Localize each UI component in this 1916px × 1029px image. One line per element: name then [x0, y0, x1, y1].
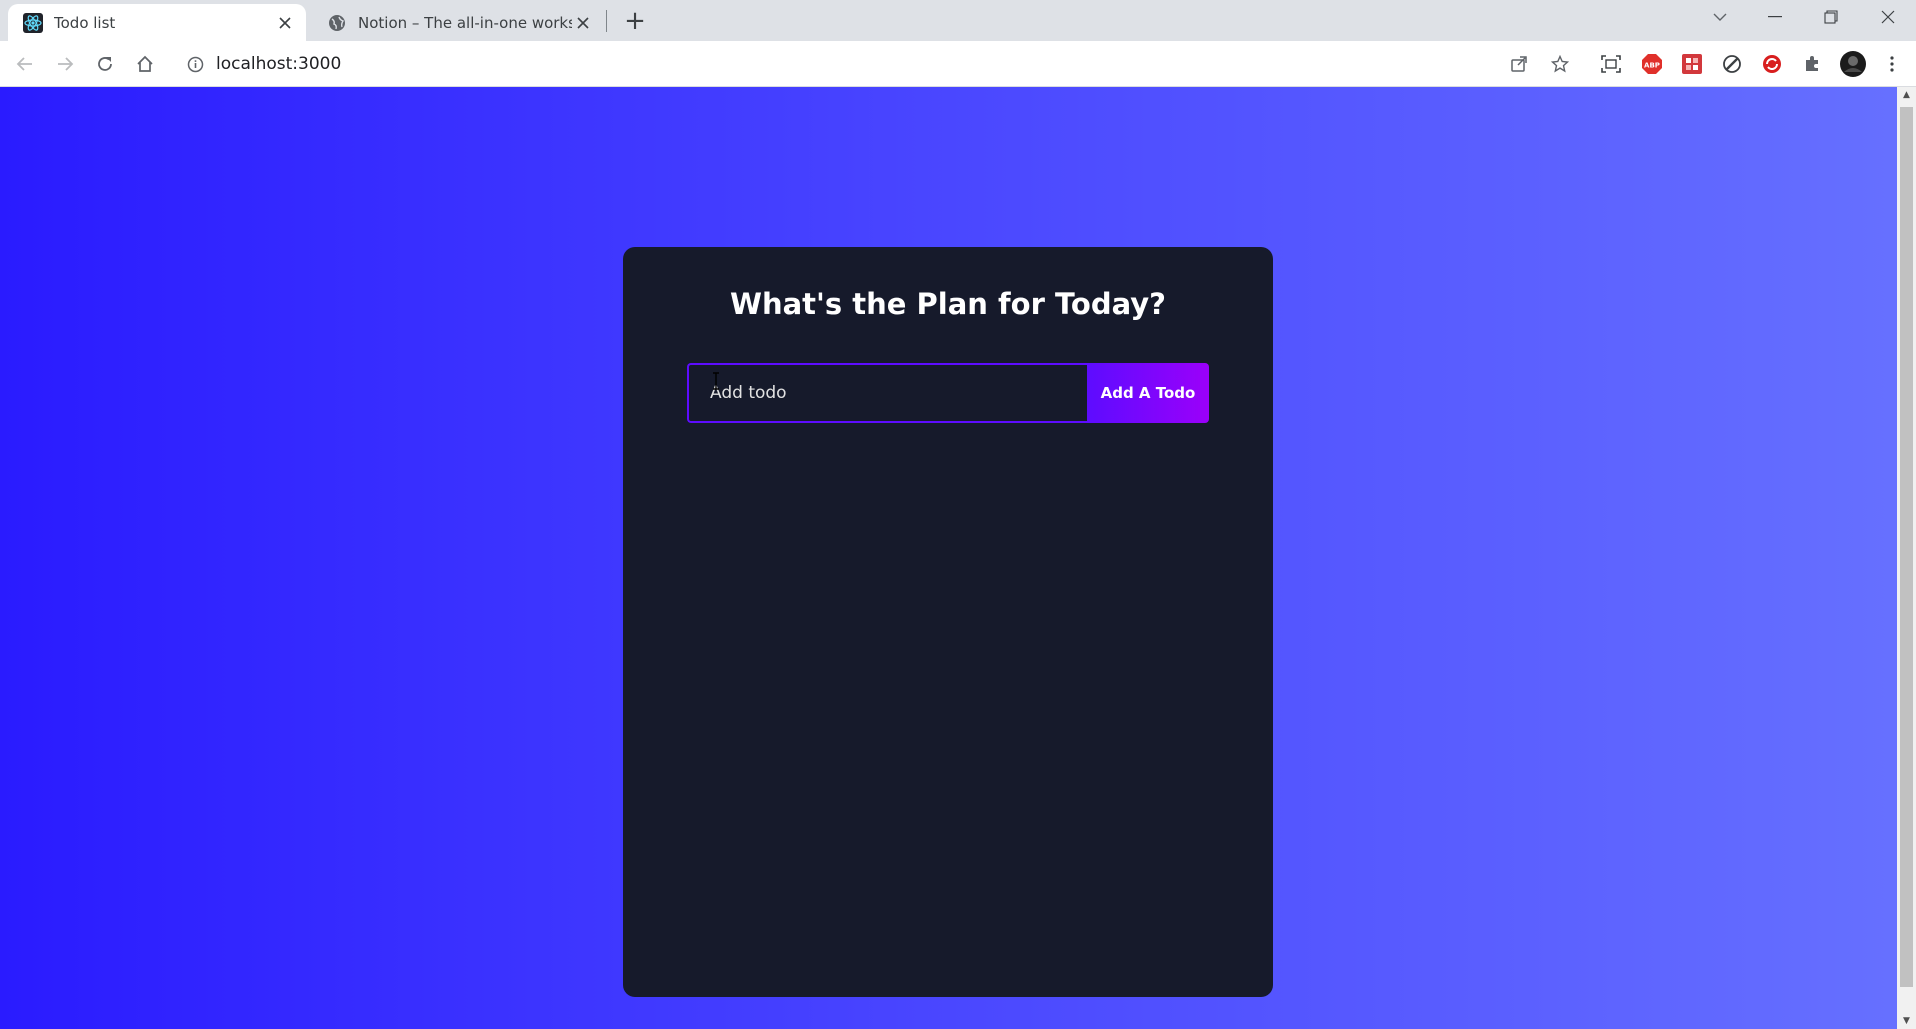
browser-menu-icon[interactable]	[1878, 50, 1906, 78]
extensions-puzzle-icon[interactable]	[1798, 50, 1826, 78]
add-todo-input[interactable]	[687, 363, 1087, 423]
profile-avatar[interactable]	[1839, 50, 1867, 78]
svg-text:ABP: ABP	[1644, 62, 1660, 70]
todo-app-card: What's the Plan for Today? Add A Todo	[623, 247, 1273, 997]
browser-tab-strip: Todo list Notion – The all-in-one worksp…	[0, 0, 1916, 41]
close-window-icon[interactable]	[1860, 0, 1916, 34]
page-scrollbar[interactable]: ▲ ▼	[1897, 87, 1916, 1029]
close-tab-icon[interactable]	[572, 12, 594, 34]
brush-extension-icon[interactable]	[1718, 50, 1746, 78]
todo-form: Add A Todo	[687, 363, 1209, 423]
tab-title: Todo list	[54, 13, 116, 32]
minimize-icon[interactable]	[1747, 0, 1803, 34]
add-todo-button[interactable]: Add A Todo	[1087, 363, 1209, 423]
new-tab-button[interactable]: +	[620, 6, 650, 36]
tab-title: Notion – The all-in-one workspac	[358, 13, 572, 32]
text-cursor-icon	[713, 372, 719, 390]
url-text: localhost:3000	[216, 54, 342, 74]
page-title: What's the Plan for Today?	[729, 287, 1167, 321]
scroll-up-icon[interactable]: ▲	[1897, 87, 1916, 103]
tab-search-icon[interactable]	[1692, 0, 1748, 34]
home-icon[interactable]	[130, 49, 160, 79]
reload-icon[interactable]	[90, 49, 120, 79]
restore-icon[interactable]	[1803, 0, 1859, 34]
page-viewport: What's the Plan for Today? Add A Todo	[0, 87, 1897, 1029]
share-icon[interactable]	[1505, 50, 1533, 78]
tab-todo-list[interactable]: Todo list	[8, 4, 306, 41]
scrollbar-thumb[interactable]	[1900, 107, 1913, 987]
address-bar[interactable]: localhost:3000	[174, 47, 1514, 81]
react-icon	[23, 12, 43, 33]
scroll-down-icon[interactable]: ▼	[1897, 1013, 1916, 1029]
forward-icon[interactable]	[50, 49, 80, 79]
globe-icon	[327, 13, 347, 33]
close-tab-icon[interactable]	[274, 12, 296, 34]
adblock-plus-icon[interactable]: ABP	[1638, 50, 1666, 78]
tab-notion[interactable]: Notion – The all-in-one workspac	[312, 4, 604, 41]
sync-extension-icon[interactable]	[1758, 50, 1786, 78]
screenshot-extension-icon[interactable]	[1597, 50, 1625, 78]
bookmark-star-icon[interactable]	[1546, 50, 1574, 78]
back-icon[interactable]	[10, 49, 40, 79]
site-info-icon[interactable]	[184, 53, 206, 75]
red-grid-extension-icon[interactable]	[1678, 50, 1706, 78]
tab-separator	[606, 10, 607, 32]
browser-toolbar: localhost:3000 ABP	[0, 41, 1916, 87]
